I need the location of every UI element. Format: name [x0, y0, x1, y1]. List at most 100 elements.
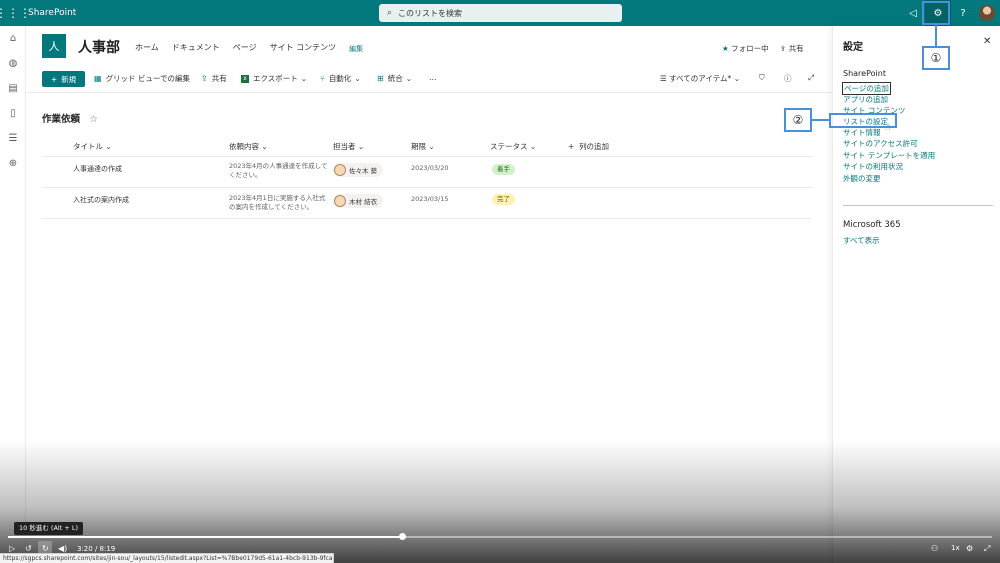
link-site-usage[interactable]: サイトの利用状況 — [843, 161, 903, 172]
automate-label: 自動化 — [328, 74, 352, 83]
column-assignee-label: 担当者 — [333, 142, 356, 151]
grid-edit-button[interactable]: ▦ グリッド ビューでの編集 — [94, 73, 190, 84]
home-icon[interactable]: ⌂ — [0, 26, 26, 51]
person-avatar — [334, 164, 346, 176]
column-header-title[interactable]: タイトル ⌄ — [73, 141, 112, 152]
site-share-button[interactable]: ⇪ 共有 — [780, 43, 804, 54]
browser-status-url: https://sgpcs.sharepoint.com/sites/jin-s… — [0, 553, 334, 563]
nav-edit-link[interactable]: 編集 — [349, 44, 363, 54]
header-divider — [42, 156, 812, 157]
column-header-status[interactable]: ステータス ⌄ — [490, 141, 536, 152]
link-apply-template[interactable]: サイト テンプレートを適用 — [843, 150, 935, 161]
add-circle-icon[interactable]: ⊕ — [0, 151, 26, 176]
list-title[interactable]: 作業依頼 ☆ — [42, 111, 98, 125]
play-icon[interactable]: ▷ — [9, 544, 15, 553]
link-see-all[interactable]: すべて表示 — [843, 235, 880, 246]
playback-time: 3:20 / 8:19 — [77, 545, 116, 553]
people-icon[interactable]: ⚇ — [931, 544, 938, 553]
integrate-button[interactable]: ⊞ 統合 ⌄ — [377, 73, 412, 84]
sharepoint-heading: SharePoint — [843, 69, 886, 78]
site-title[interactable]: 人事部 — [78, 37, 120, 57]
grid-edit-label: グリッド ビューでの編集 — [105, 74, 190, 83]
chevron-down-icon: ⌄ — [300, 74, 308, 83]
nav-home[interactable]: ホーム — [135, 42, 159, 54]
row-content-line: 2023年4月1日に実施する入社式 — [229, 194, 326, 202]
assignee-chip[interactable]: 佐々木 葵 — [333, 163, 384, 177]
more-button[interactable]: … — [429, 73, 437, 82]
link-site-permissions[interactable]: サイトのアクセス許可 — [843, 138, 918, 149]
link-add-app[interactable]: アプリの追加 — [843, 94, 888, 105]
list-title-text: 作業依頼 — [42, 114, 81, 125]
link-site-info[interactable]: サイト情報 — [843, 127, 881, 138]
add-column-button[interactable]: + 列の追加 — [568, 141, 609, 152]
site-share-label: 共有 — [788, 44, 804, 53]
automate-button[interactable]: ⑂ 自動化 ⌄ — [320, 73, 361, 84]
chevron-down-icon: ⌄ — [405, 74, 412, 83]
callout-connector — [935, 25, 937, 48]
assignee-chip[interactable]: 木村 結衣 — [333, 194, 384, 208]
share-icon: ⇪ — [780, 44, 787, 53]
globe-icon[interactable]: ◍ — [0, 51, 26, 76]
integrate-label: 統合 — [387, 74, 403, 83]
row-title[interactable]: 入社式の案内作成 — [73, 195, 129, 205]
lists-icon[interactable]: ☰ — [0, 126, 26, 151]
list-share-button[interactable]: ⇪ 共有 — [201, 73, 227, 84]
column-header-due[interactable]: 期限 ⌄ — [411, 141, 435, 152]
volume-icon[interactable]: ◀) — [58, 544, 67, 553]
column-header-assignee[interactable]: 担当者 ⌄ — [333, 141, 364, 152]
seek-bar-handle[interactable] — [398, 533, 406, 540]
help-icon[interactable]: ? — [950, 0, 976, 26]
row-content: 2023年4月1日に実施する入社式 の案内を作成してください。 — [229, 194, 325, 212]
column-content-label: 依頼内容 — [229, 142, 259, 151]
avatar[interactable] — [974, 0, 1000, 26]
nav-site-contents[interactable]: サイト コンテンツ — [270, 42, 337, 54]
status-badge: 完了 — [492, 194, 515, 205]
new-button[interactable]: + 新規 — [42, 71, 85, 87]
column-title-label: タイトル — [73, 142, 103, 151]
column-due-label: 期限 — [411, 142, 426, 151]
filter-icon[interactable]: ⛉ — [759, 73, 765, 83]
settings-panel-title: 設定 — [843, 42, 863, 53]
automate-icon: ⑂ — [320, 74, 325, 83]
status-badge: 着手 — [492, 164, 515, 175]
close-icon[interactable]: ✕ — [983, 36, 991, 47]
column-header-content[interactable]: 依頼内容 ⌄ — [229, 141, 268, 152]
settings-gear-icon[interactable]: ⚙ — [966, 544, 973, 553]
chevron-down-icon: ⌄ — [733, 74, 740, 83]
rewind-10-icon[interactable]: ↺ — [25, 544, 32, 553]
news-icon[interactable]: ▤ — [0, 76, 26, 101]
row-content-line: の案内を作成してください。 — [229, 203, 314, 211]
app-launcher-icon[interactable]: ⋮⋮⋮ — [0, 0, 31, 26]
nav-pages[interactable]: ページ — [233, 42, 257, 54]
row-content-line: 2023年4月の人事通達を作成して — [229, 162, 328, 170]
fullscreen-icon[interactable]: ⤢ — [984, 544, 990, 554]
view-selector[interactable]: ☰ すべてのアイテム* ⌄ — [660, 73, 740, 84]
row-divider — [42, 187, 812, 188]
video-controls-shade — [0, 440, 1000, 563]
row-title[interactable]: 人事通達の作成 — [73, 164, 122, 174]
assignee-name: 木村 結衣 — [349, 198, 378, 206]
suite-bar: ⋮⋮⋮ SharePoint ⌕ このリストを検索 ◁ ⚙ ? — [0, 0, 1000, 26]
panel-divider — [843, 205, 993, 206]
follow-button[interactable]: ★ フォロー中 — [722, 43, 769, 54]
site-nav: ホーム ドキュメント ページ サイト コンテンツ 編集 — [135, 42, 376, 54]
brand-label[interactable]: SharePoint — [28, 8, 76, 18]
expand-icon[interactable]: ⤢ — [808, 73, 814, 83]
seek-bar[interactable] — [8, 533, 992, 540]
site-logo[interactable]: 人 — [42, 34, 66, 58]
person-avatar — [334, 195, 346, 207]
search-input[interactable]: ⌕ このリストを検索 — [379, 4, 622, 22]
view-label: すべてのアイテム* — [669, 74, 732, 83]
share-icon: ⇪ — [201, 74, 208, 83]
export-button[interactable]: x エクスポート ⌄ — [241, 73, 307, 84]
info-icon[interactable]: ⓘ — [784, 73, 792, 84]
document-icon[interactable]: ▯ — [0, 101, 26, 126]
nav-documents[interactable]: ドキュメント — [172, 42, 220, 54]
seek-bar-progress — [8, 536, 402, 538]
assignee-name: 佐々木 葵 — [349, 167, 378, 175]
callout-step-1: ① — [922, 46, 950, 70]
playback-speed-button[interactable]: 1x — [951, 544, 960, 552]
link-change-look[interactable]: 外観の変更 — [843, 173, 881, 184]
m365-heading: Microsoft 365 — [843, 220, 901, 230]
favorite-star-icon[interactable]: ☆ — [89, 114, 98, 125]
